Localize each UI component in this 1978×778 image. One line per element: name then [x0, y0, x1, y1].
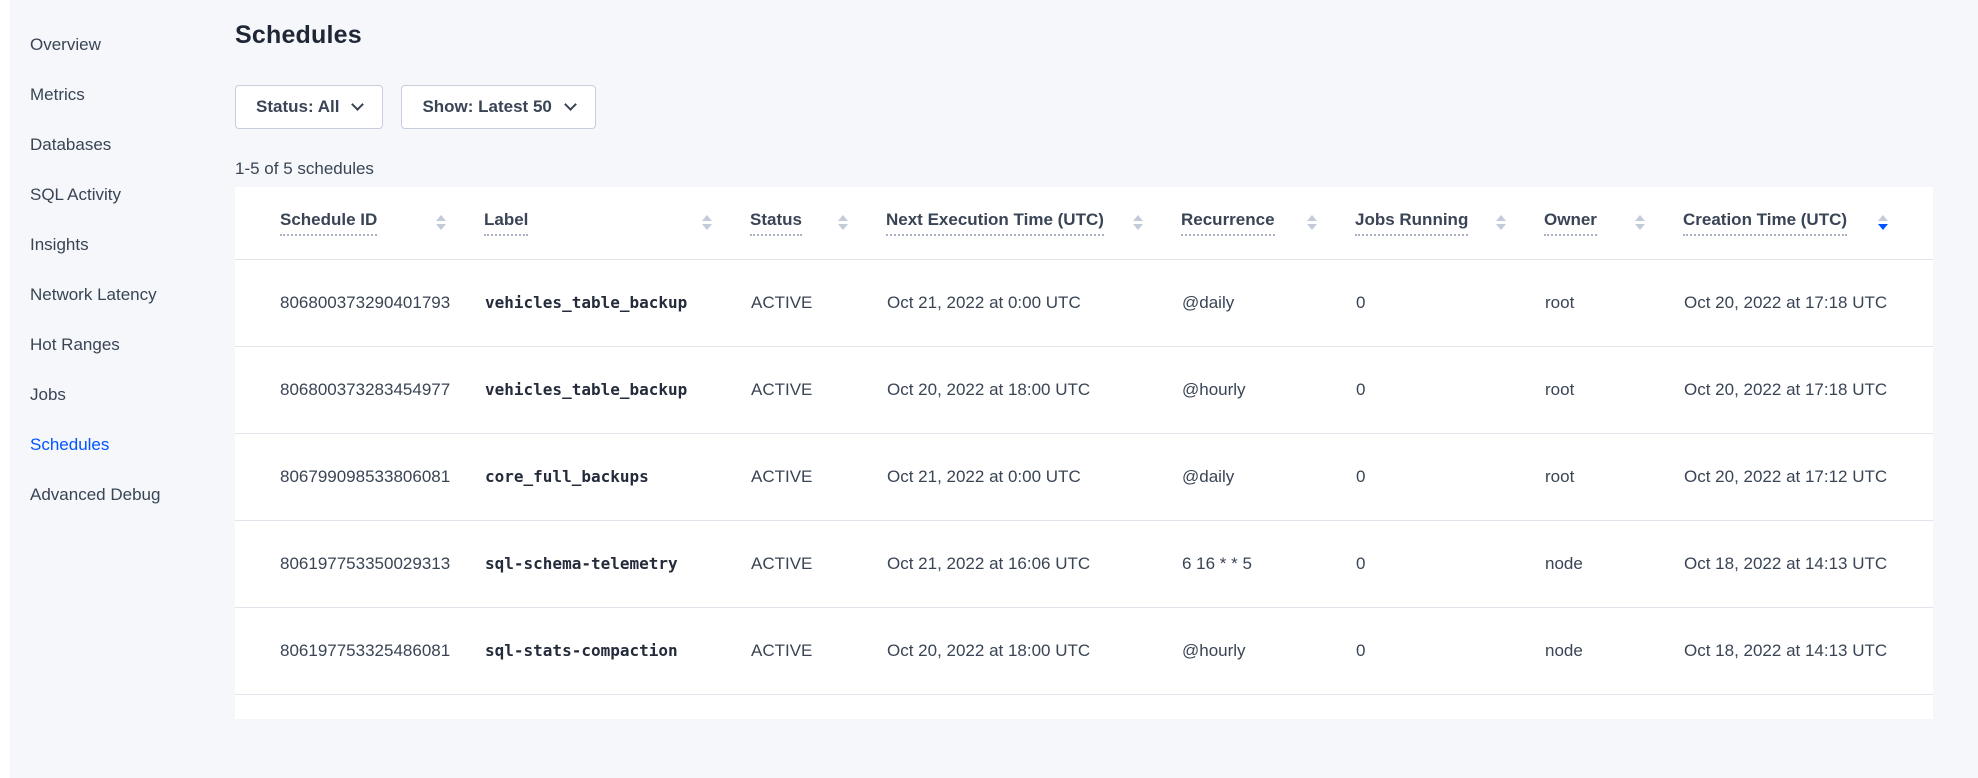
column-header-status[interactable]: Status: [750, 187, 886, 259]
sidebar-item-advanced-debug[interactable]: Advanced Debug: [10, 470, 235, 520]
sidebar: Overview Metrics Databases SQL Activity …: [10, 0, 235, 778]
cell-label: vehicles_table_backup: [484, 346, 750, 433]
column-header-next-execution-time[interactable]: Next Execution Time (UTC): [886, 187, 1181, 259]
column-label: Label: [484, 210, 528, 236]
column-label: Creation Time (UTC): [1683, 210, 1847, 236]
cell-jobs-running: 0: [1355, 433, 1544, 520]
column-label: Next Execution Time (UTC): [886, 210, 1104, 236]
cell-owner: root: [1544, 433, 1683, 520]
cell-next-execution-time: Oct 21, 2022 at 0:00 UTC: [886, 433, 1181, 520]
sidebar-item-jobs[interactable]: Jobs: [10, 370, 235, 420]
schedules-table-card: Schedule ID Label Status Next Execution …: [235, 187, 1933, 719]
cell-schedule-id: 806800373290401793: [235, 259, 484, 346]
sort-icon[interactable]: [838, 215, 848, 230]
column-header-schedule-id[interactable]: Schedule ID: [235, 187, 484, 259]
cell-schedule-id: 806799098533806081: [235, 433, 484, 520]
sort-icon[interactable]: [1496, 215, 1506, 230]
cell-recurrence: 6 16 * * 5: [1181, 520, 1355, 607]
column-label: Status: [750, 210, 802, 236]
cell-owner: node: [1544, 520, 1683, 607]
main-content: Schedules Status: All Show: Latest 50 1-…: [235, 0, 1978, 778]
cell-creation-time: Oct 20, 2022 at 17:18 UTC: [1683, 346, 1933, 433]
sidebar-item-overview[interactable]: Overview: [10, 20, 235, 70]
cell-owner: root: [1544, 259, 1683, 346]
cell-owner: node: [1544, 607, 1683, 694]
cell-status: ACTIVE: [750, 346, 886, 433]
cell-recurrence: @daily: [1181, 433, 1355, 520]
column-header-owner[interactable]: Owner: [1544, 187, 1683, 259]
cell-label: sql-stats-compaction: [484, 607, 750, 694]
left-edge-strip: [0, 0, 10, 778]
cell-jobs-running: 0: [1355, 346, 1544, 433]
show-filter-label: Show: Latest 50: [422, 97, 551, 117]
cell-recurrence: @hourly: [1181, 346, 1355, 433]
sidebar-nav: Overview Metrics Databases SQL Activity …: [10, 20, 235, 520]
cell-creation-time: Oct 20, 2022 at 17:18 UTC: [1683, 259, 1933, 346]
cell-jobs-running: 0: [1355, 607, 1544, 694]
chevron-down-icon: [564, 98, 577, 111]
column-label: Owner: [1544, 210, 1597, 236]
cell-creation-time: Oct 20, 2022 at 17:12 UTC: [1683, 433, 1933, 520]
cell-schedule-id: 806800373283454977: [235, 346, 484, 433]
cell-status: ACTIVE: [750, 259, 886, 346]
page-title: Schedules: [235, 20, 1933, 50]
status-filter-dropdown[interactable]: Status: All: [235, 85, 383, 129]
cell-label: vehicles_table_backup: [484, 259, 750, 346]
cell-creation-time: Oct 18, 2022 at 14:13 UTC: [1683, 607, 1933, 694]
column-header-creation-time[interactable]: Creation Time (UTC): [1683, 187, 1933, 259]
column-label: Schedule ID: [280, 210, 377, 236]
cell-owner: root: [1544, 346, 1683, 433]
filter-bar: Status: All Show: Latest 50: [235, 85, 1933, 129]
cell-creation-time: Oct 18, 2022 at 14:13 UTC: [1683, 520, 1933, 607]
cell-next-execution-time: Oct 20, 2022 at 18:00 UTC: [886, 607, 1181, 694]
sort-icon-active-desc[interactable]: [1878, 215, 1888, 230]
results-count: 1-5 of 5 schedules: [235, 159, 1933, 178]
cell-recurrence: @hourly: [1181, 607, 1355, 694]
column-label: Recurrence: [1181, 210, 1275, 236]
table-row: 806799098533806081 core_full_backups ACT…: [235, 433, 1933, 520]
cell-next-execution-time: Oct 20, 2022 at 18:00 UTC: [886, 346, 1181, 433]
sidebar-item-insights[interactable]: Insights: [10, 220, 235, 270]
cell-schedule-id: 806197753350029313: [235, 520, 484, 607]
schedules-table: Schedule ID Label Status Next Execution …: [235, 187, 1933, 695]
column-header-recurrence[interactable]: Recurrence: [1181, 187, 1355, 259]
cell-label: sql-schema-telemetry: [484, 520, 750, 607]
status-filter-label: Status: All: [256, 97, 339, 117]
sort-icon[interactable]: [436, 215, 446, 230]
cell-status: ACTIVE: [750, 520, 886, 607]
sidebar-item-sql-activity[interactable]: SQL Activity: [10, 170, 235, 220]
sidebar-item-hot-ranges[interactable]: Hot Ranges: [10, 320, 235, 370]
table-row: 806800373283454977 vehicles_table_backup…: [235, 346, 1933, 433]
cell-jobs-running: 0: [1355, 259, 1544, 346]
chevron-down-icon: [352, 98, 365, 111]
sidebar-item-metrics[interactable]: Metrics: [10, 70, 235, 120]
sidebar-item-schedules[interactable]: Schedules: [10, 420, 235, 470]
column-label: Jobs Running: [1355, 210, 1468, 236]
cell-next-execution-time: Oct 21, 2022 at 0:00 UTC: [886, 259, 1181, 346]
cell-jobs-running: 0: [1355, 520, 1544, 607]
cell-schedule-id: 806197753325486081: [235, 607, 484, 694]
show-filter-dropdown[interactable]: Show: Latest 50: [401, 85, 595, 129]
sort-icon[interactable]: [702, 215, 712, 230]
cell-label: core_full_backups: [484, 433, 750, 520]
sidebar-item-network-latency[interactable]: Network Latency: [10, 270, 235, 320]
column-header-label[interactable]: Label: [484, 187, 750, 259]
column-header-jobs-running[interactable]: Jobs Running: [1355, 187, 1544, 259]
table-row: 806197753350029313 sql-schema-telemetry …: [235, 520, 1933, 607]
sort-icon[interactable]: [1307, 215, 1317, 230]
cell-next-execution-time: Oct 21, 2022 at 16:06 UTC: [886, 520, 1181, 607]
sort-icon[interactable]: [1133, 215, 1143, 230]
cell-recurrence: @daily: [1181, 259, 1355, 346]
sort-icon[interactable]: [1635, 215, 1645, 230]
cell-status: ACTIVE: [750, 433, 886, 520]
cell-status: ACTIVE: [750, 607, 886, 694]
sidebar-item-databases[interactable]: Databases: [10, 120, 235, 170]
table-row: 806197753325486081 sql-stats-compaction …: [235, 607, 1933, 694]
table-row: 806800373290401793 vehicles_table_backup…: [235, 259, 1933, 346]
table-header-row: Schedule ID Label Status Next Execution …: [235, 187, 1933, 259]
